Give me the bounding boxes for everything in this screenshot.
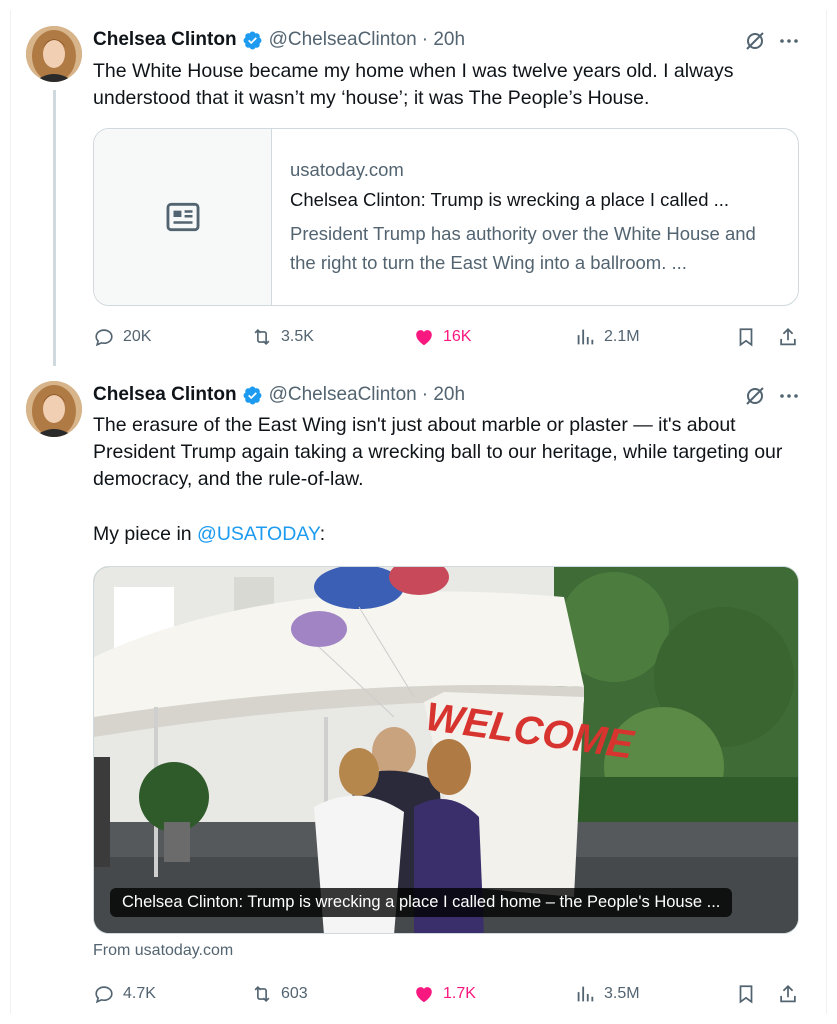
views-chart-icon xyxy=(577,329,594,345)
card-thumbnail xyxy=(94,129,272,305)
like-button[interactable]: 1.7K xyxy=(413,980,476,1008)
like-button[interactable]: 16K xyxy=(413,323,471,351)
views-button[interactable]: 2.1M xyxy=(574,323,640,351)
media-caption: Chelsea Clinton: Trump is wrecking a pla… xyxy=(110,888,733,917)
views-count: 2.1M xyxy=(604,328,640,345)
repost-button[interactable]: 603 xyxy=(251,980,308,1008)
author-handle[interactable]: @ChelseaClinton xyxy=(269,29,417,51)
reply-icon xyxy=(95,329,113,347)
tweet-header: Chelsea Clinton @ChelseaClinton · 20h xyxy=(93,27,465,53)
article-icon xyxy=(166,202,199,232)
views-chart-icon xyxy=(577,986,594,1002)
heart-filled-icon xyxy=(416,330,432,346)
reply-count: 4.7K xyxy=(123,985,156,1002)
avatar[interactable] xyxy=(26,26,82,82)
share-icon xyxy=(780,984,796,1003)
timestamp[interactable]: · 20h xyxy=(422,384,465,406)
action-bar: 4.7K 603 1.7K 3.5M xyxy=(93,980,805,1008)
more-options-icon[interactable] xyxy=(777,384,801,408)
source-label[interactable]: From usatoday.com xyxy=(93,942,233,960)
views-count: 3.5M xyxy=(604,985,640,1002)
tweet[interactable]: Chelsea Clinton @ChelseaClinton · 20h Th… xyxy=(0,0,837,370)
action-bar: 20K 3.5K 16K 2.1M xyxy=(93,323,805,351)
author-name[interactable]: Chelsea Clinton xyxy=(93,384,237,406)
card-domain: usatoday.com xyxy=(290,159,404,180)
tweet-text: The erasure of the East Wing isn't just … xyxy=(93,414,783,490)
card-description: President Trump has authority over the W… xyxy=(290,223,756,273)
white-house-photo: WELCOME xyxy=(94,567,798,933)
tweet-text: The White House became my home when I wa… xyxy=(93,60,734,109)
media-image[interactable]: WELCOME Chelsea Clinton: Trump is wrecki… xyxy=(93,566,799,934)
author-name[interactable]: Chelsea Clinton xyxy=(93,29,237,51)
views-button[interactable]: 3.5M xyxy=(574,980,640,1008)
bookmark-button[interactable] xyxy=(735,980,765,1008)
share-button[interactable] xyxy=(777,980,807,1008)
reply-button[interactable]: 20K xyxy=(93,323,151,351)
reply-count: 20K xyxy=(123,328,152,345)
grok-icon[interactable] xyxy=(743,29,767,53)
avatar[interactable] xyxy=(26,381,82,437)
link-preview-card[interactable]: usatoday.com Chelsea Clinton: Trump is w… xyxy=(93,128,799,306)
verified-badge-icon xyxy=(243,386,262,404)
text-prefix: My piece in xyxy=(93,523,198,545)
thread-connector xyxy=(53,90,56,366)
reply-icon xyxy=(95,986,113,1004)
like-count: 1.7K xyxy=(443,985,476,1002)
verified-badge-icon xyxy=(243,31,262,49)
grok-icon[interactable] xyxy=(743,384,767,408)
repost-count: 603 xyxy=(281,985,308,1002)
more-options-icon[interactable] xyxy=(777,29,801,53)
bookmark-button[interactable] xyxy=(735,323,765,351)
heart-filled-icon xyxy=(416,987,432,1003)
like-count: 16K xyxy=(443,328,472,345)
share-icon xyxy=(780,327,796,346)
card-body: usatoday.com Chelsea Clinton: Trump is w… xyxy=(272,129,798,305)
timestamp[interactable]: · 20h xyxy=(422,29,465,51)
author-handle[interactable]: @ChelseaClinton xyxy=(269,384,417,406)
mention-link[interactable]: @USATODAY xyxy=(197,523,320,545)
text-suffix: : xyxy=(319,523,326,545)
tweet-text-line: My piece in @USATODAY: xyxy=(93,521,803,548)
tweet-header: Chelsea Clinton @ChelseaClinton · 20h xyxy=(93,382,465,408)
card-title: Chelsea Clinton: Trump is wrecking a pla… xyxy=(290,189,730,210)
share-button[interactable] xyxy=(777,323,807,351)
bookmark-icon xyxy=(739,985,753,1004)
repost-icon xyxy=(254,985,270,1003)
repost-icon xyxy=(254,328,270,346)
bookmark-icon xyxy=(739,328,753,347)
reply-button[interactable]: 4.7K xyxy=(93,980,156,1008)
repost-count: 3.5K xyxy=(281,328,314,345)
repost-button[interactable]: 3.5K xyxy=(251,323,314,351)
